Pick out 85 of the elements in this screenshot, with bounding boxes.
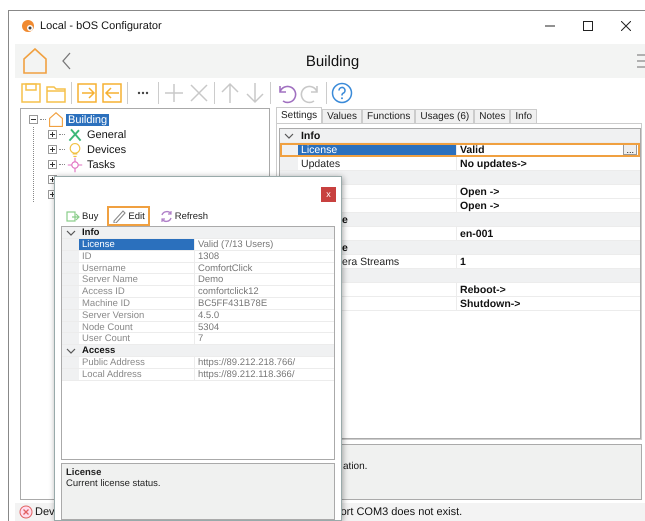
toolbar-button[interactable]: Refresh [154,206,214,226]
cart-arrow-icon [66,209,80,224]
category-bar[interactable]: Info [79,227,334,238]
property-value: ComfortClick [198,262,252,274]
toolbar-button[interactable]: Buy [61,206,104,226]
description-text: ation. [343,461,368,472]
property-name[interactable]: Public Address [79,357,194,368]
building-icon [48,112,64,128]
category-label: Info [301,130,320,142]
help-icon[interactable] [331,82,353,104]
category-bar[interactable]: Info [298,129,640,142]
tree-item[interactable]: Building [66,114,110,126]
property-value: 7 [198,333,204,344]
category-label: e [342,214,348,226]
import-icon[interactable] [76,82,98,104]
property-value: https://89.212.218.766/ [198,357,296,368]
property-value: Valid [460,143,485,156]
tab[interactable]: Notes [474,109,510,123]
property-name[interactable]: Local Address [79,368,194,380]
property-value: Open -> [460,185,500,198]
property-name[interactable]: License [79,239,194,250]
chevron-icon[interactable] [66,228,76,237]
category-label: Info [82,227,100,238]
property-name[interactable]: ID [79,250,194,262]
tab[interactable]: Values [322,109,362,123]
close-button[interactable]: x [321,187,336,202]
property-name[interactable]: Node Count [79,322,194,332]
expander-icon[interactable] [29,115,38,124]
tasks-icon [67,156,83,172]
property-name[interactable]: Access ID [79,286,194,298]
app-logo-icon [21,18,35,32]
property-value: Open -> [460,199,500,212]
category-label: Access [82,345,116,356]
back-icon[interactable] [62,52,72,70]
export-icon[interactable] [101,82,123,104]
tab[interactable]: Settings [276,107,322,123]
bulb-icon [67,142,83,158]
property-value: en-001 [460,227,494,240]
close-icon[interactable] [621,20,631,30]
tab[interactable]: Functions [362,109,416,123]
error-icon [19,505,33,519]
property-name[interactable]: Machine ID [79,298,194,309]
tools-icon [67,126,83,142]
property-name[interactable]: User Count [79,333,194,344]
property-value: Shutdown-> [460,297,520,310]
category-label: e [342,242,348,254]
property-name[interactable]: License [298,143,456,156]
property-name[interactable]: Server Version [79,310,194,321]
expander-icon[interactable] [48,160,57,169]
property-value: BC5FF431B78E [198,298,268,309]
property-value: Reboot-> [460,283,506,296]
ellipsis-button[interactable]: ... [623,144,637,155]
category-bar[interactable]: Access [79,345,334,356]
property-value: Valid (7/13 Users) [198,239,274,250]
property-name[interactable]: era Streams [342,256,400,268]
home-icon[interactable] [22,47,48,75]
window-title: Local - bOS Configurator [40,20,162,32]
property-name[interactable]: Server Name [79,274,194,286]
property-name[interactable]: Username [79,262,194,274]
property-value: No updates-> [460,157,527,170]
property-value: 1308 [198,250,220,262]
chevron-icon[interactable] [284,132,294,140]
maximize-icon[interactable] [583,20,593,30]
tree-item[interactable]: Devices [85,144,128,156]
expander-icon[interactable] [48,145,57,154]
tree-item[interactable]: General [85,128,128,140]
property-value: Demo [198,274,224,286]
property-value: 5304 [198,322,220,332]
property-value: 4.5.0 [198,310,220,321]
description-title: License [66,467,102,478]
tree-item[interactable]: Tasks [85,158,118,170]
page-title: Building [306,52,360,70]
toolbar-button[interactable]: Edit [107,206,150,226]
tab[interactable]: Usages (6) [415,109,474,123]
refresh-icon [158,209,173,224]
property-name[interactable]: Updates [298,157,456,170]
property-value: comfortclick12 [198,286,259,298]
description-text: Current license status. [66,478,161,490]
pencil-icon [112,209,126,224]
tab[interactable]: Info [510,109,538,123]
chevron-icon[interactable] [66,346,76,355]
property-value: https://89.212.118.366/ [198,368,294,380]
expander-icon[interactable] [48,130,57,139]
status-message: Dev [35,506,55,518]
property-value: 1 [460,255,466,268]
